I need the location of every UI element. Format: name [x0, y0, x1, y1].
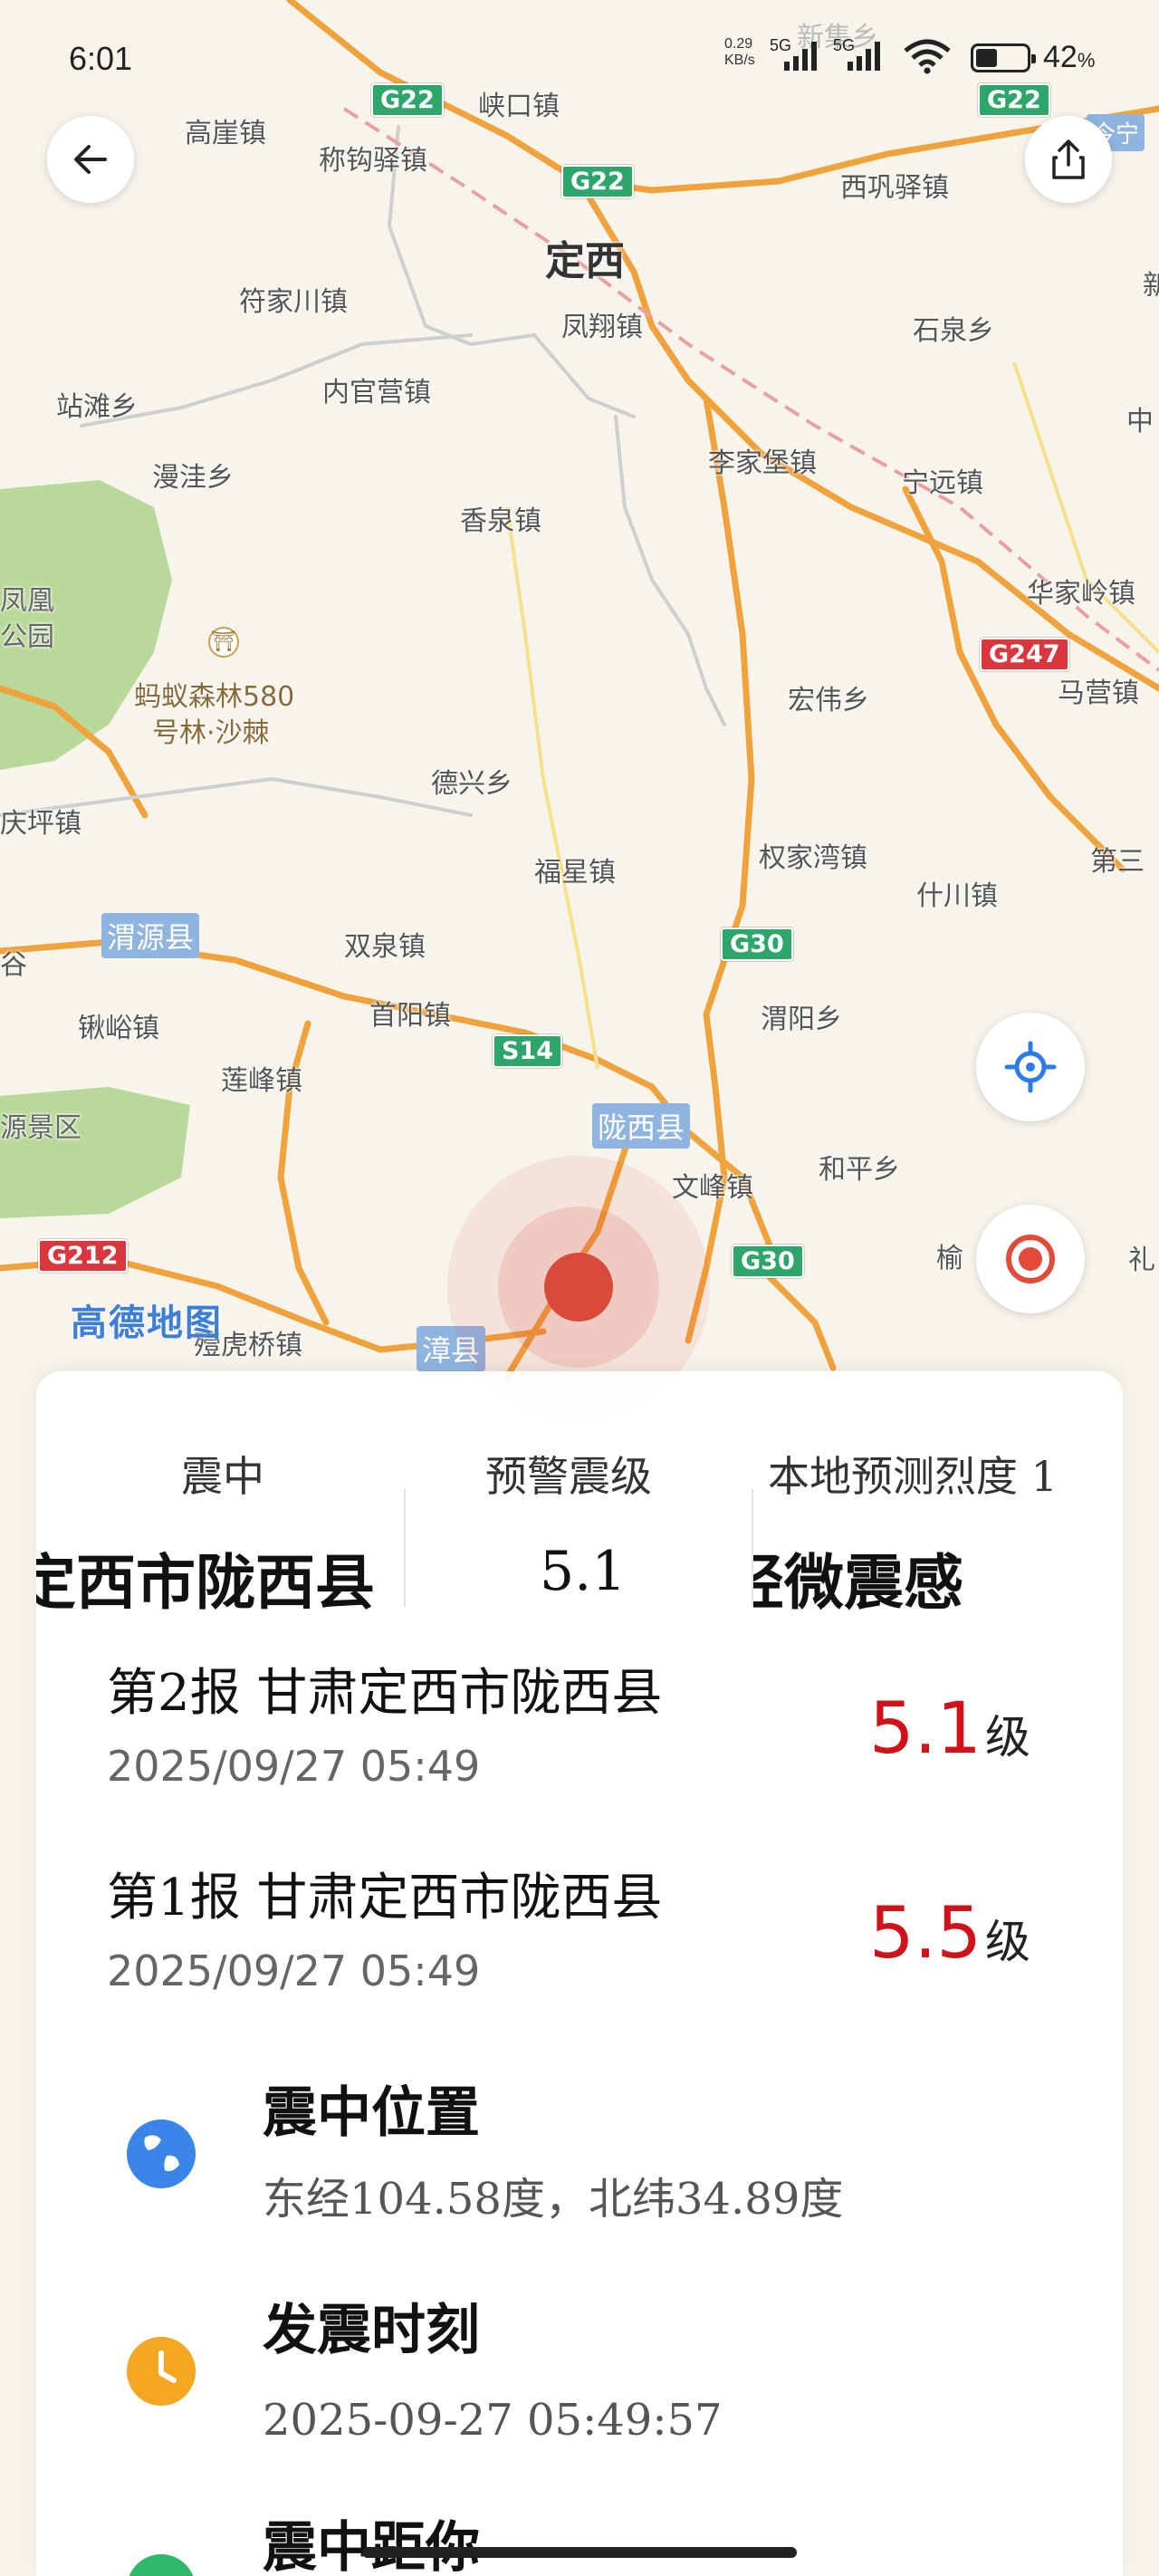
map-label: 渭阳乡	[761, 1004, 842, 1035]
report-item[interactable]: 第1报 甘肃定西市陇西县 2025/09/27 05:49 5.5级	[107, 1857, 1067, 1995]
map-label: 凤翔镇	[561, 312, 643, 343]
map-label: 漫洼乡	[152, 462, 234, 494]
signal-icon	[784, 40, 817, 71]
status-time: 6:01	[69, 40, 133, 77]
distance-label: 震中距你	[263, 2516, 480, 2576]
highway-shield: G30	[721, 928, 793, 961]
highway-shield: G247	[980, 638, 1069, 671]
map-label: 华家岭镇	[1027, 578, 1135, 610]
back-button[interactable]	[47, 116, 134, 203]
highway-shield: S14	[493, 1034, 563, 1068]
map-attribution-logo: 高德地图	[71, 1302, 223, 1344]
map-label: 源景区	[0, 1112, 81, 1144]
back-arrow-icon	[74, 145, 107, 174]
map-label: 礼	[1128, 1245, 1155, 1276]
map-label: 中	[1126, 406, 1154, 437]
epicenter-focus-button[interactable]	[976, 1205, 1085, 1313]
share-button[interactable]	[1025, 116, 1112, 203]
highway-shield: G22	[561, 165, 634, 198]
intensity-header: 本地预测烈度 1	[768, 1452, 1058, 1501]
crosshair-icon	[1004, 1041, 1057, 1093]
map-label: 和平乡	[819, 1154, 900, 1186]
intensity-desc-clip: 轻微震感	[753, 1534, 1123, 1625]
epicenter-header: 震中	[181, 1452, 264, 1501]
status-bar: 6:01 0.29 KB/s 5G 5G 42%	[0, 0, 1159, 109]
time-label: 发震时刻	[263, 2299, 480, 2362]
map-label: 凤凰	[0, 585, 54, 617]
map-label: 新	[1143, 270, 1159, 302]
map-label: 权家湾镇	[759, 842, 867, 874]
county-label[interactable]: 渭源县	[101, 913, 200, 958]
poi-label[interactable]: 蚂蚁森林580	[134, 674, 294, 714]
map-label: 香泉镇	[460, 505, 541, 537]
highway-shield: G30	[732, 1245, 804, 1278]
county-label[interactable]: 陇西县	[592, 1103, 691, 1149]
map-city-label: 定西	[545, 238, 625, 284]
distance-icon	[127, 2554, 196, 2576]
magnitude-header: 预警震级	[485, 1452, 652, 1501]
map-label: 文峰镇	[672, 1172, 753, 1204]
map-label: 第三	[1090, 846, 1145, 878]
map-label: 符家川镇	[239, 286, 348, 318]
map-label: 石泉乡	[913, 315, 994, 347]
earthquake-info-sheet[interactable]: 震中 预警震级 本地预测烈度 1 定西市陇西县 5.1 轻微震感 第2报 甘肃定…	[36, 1371, 1123, 2576]
epicenter-marker[interactable]	[544, 1253, 613, 1322]
map-label: 西巩驿镇	[840, 172, 949, 204]
location-label: 震中位置	[263, 2081, 480, 2145]
signal-icon	[848, 40, 880, 71]
map-label: 公园	[0, 621, 54, 653]
map-label: 福星镇	[534, 857, 616, 889]
home-indicator[interactable]	[362, 2547, 797, 2558]
clock-icon	[127, 2337, 196, 2406]
divider	[404, 1489, 406, 1607]
battery-percent: 42%	[1043, 40, 1096, 74]
map-label: 宁远镇	[902, 467, 983, 499]
highway-shield: G212	[38, 1239, 128, 1273]
distance-row: 震中距你	[127, 2504, 1032, 2576]
target-icon	[1006, 1235, 1055, 1283]
intensity-description: 轻微震感	[753, 1547, 963, 1618]
epicenter-value: 定西市陇西县	[36, 1547, 375, 1618]
wifi-icon	[904, 39, 951, 74]
map-label: 榆	[936, 1243, 963, 1274]
location-value: 东经104.58度，北纬34.89度	[263, 2174, 844, 2225]
epicenter-value-clip: 定西市陇西县	[36, 1534, 398, 1625]
map-label: 首阳镇	[369, 1000, 451, 1032]
intensity-value: 1	[1030, 1452, 1058, 1501]
poi-icon: ⛩	[208, 627, 239, 658]
report-item[interactable]: 第2报 甘肃定西市陇西县 2025/09/27 05:49 5.1级	[107, 1652, 1067, 1791]
map-label: 内官营镇	[322, 377, 431, 409]
map-label: 谷	[0, 949, 27, 981]
poi-label[interactable]: 号林·沙棘	[152, 710, 270, 750]
time-value: 2025-09-27 05:49:57	[263, 2395, 723, 2446]
map-label: 称钩驿镇	[319, 145, 427, 177]
map-label: 锹峪镇	[78, 1013, 159, 1044]
net-speed: 0.29 KB/s	[724, 36, 755, 69]
quake-time-row: 发震时刻 2025-09-27 05:49:57	[127, 2286, 1032, 2467]
magnitude-value: 5.1	[540, 1540, 627, 1603]
map-label: 德兴乡	[431, 768, 512, 800]
epicenter-location-row: 震中位置 东经104.58度，北纬34.89度	[127, 2069, 1032, 2250]
map-label: 庆坪镇	[0, 808, 81, 840]
locate-me-button[interactable]	[976, 1013, 1085, 1121]
globe-icon	[127, 2119, 196, 2188]
map-label: 马营镇	[1058, 678, 1139, 709]
report-magnitude: 5.1级	[868, 1688, 1030, 1770]
share-icon	[1052, 139, 1085, 179]
report-magnitude: 5.5级	[868, 1893, 1030, 1975]
map-label: 李家堡镇	[708, 447, 817, 479]
map-label: 站滩乡	[56, 391, 138, 423]
map-label: 什川镇	[916, 880, 998, 912]
battery-icon	[971, 43, 1036, 72]
map-label: 双泉镇	[344, 931, 426, 963]
map-label: 高崖镇	[185, 118, 266, 149]
net-speed-value: 0.29	[724, 36, 753, 52]
map-label: 宏伟乡	[788, 685, 869, 716]
map-label: 莲峰镇	[221, 1065, 302, 1097]
net-speed-unit: KB/s	[724, 53, 755, 68]
